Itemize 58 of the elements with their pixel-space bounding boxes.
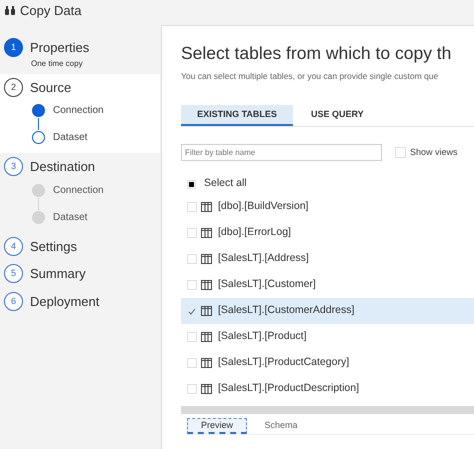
table-row[interactable]: [SalesLT].[CustomerAddress] <box>181 298 474 324</box>
table-icon <box>201 254 212 264</box>
table-name: [SalesLT].[Customer] <box>218 277 316 292</box>
checkbox[interactable] <box>187 254 197 264</box>
binoculars-icon <box>4 6 16 16</box>
table-icon <box>201 202 212 212</box>
step-number: 6 <box>4 292 23 311</box>
checkbox[interactable] <box>187 306 197 316</box>
checkbox[interactable] <box>187 332 197 342</box>
table-name: [SalesLT].[Address] <box>218 251 309 266</box>
substep-label: Connection <box>53 104 104 118</box>
tab[interactable]: Schema <box>251 418 311 434</box>
table-name: [SalesLT].[Product] <box>218 329 307 344</box>
step-number: 2 <box>4 78 23 97</box>
substep-label: Connection <box>53 184 104 198</box>
checkbox[interactable] <box>187 180 196 188</box>
step-number: 1 <box>4 38 23 58</box>
step-label: Settings <box>30 238 77 256</box>
step-item[interactable]: 2 Source Connection Dataset <box>0 74 160 153</box>
table-name: [SalesLT].[ProductCategory] <box>218 355 350 370</box>
window-title: Copy Data <box>20 2 82 20</box>
checkbox[interactable] <box>187 384 197 394</box>
step-number: 5 <box>4 264 23 284</box>
table-name: [SalesLT].[CustomerAddress] <box>218 303 354 318</box>
step-number: 3 <box>4 157 23 176</box>
page-description: You can select multiple tables, or you can provide single custom que <box>181 70 440 83</box>
filter-field[interactable]: Filter by table name <box>181 144 382 161</box>
table-icon <box>201 280 212 290</box>
step-label: Destination <box>30 158 96 176</box>
table-icon <box>201 332 212 342</box>
scrollbar[interactable] <box>181 406 474 414</box>
checkbox[interactable] <box>187 202 197 212</box>
substep-label: Dataset <box>53 131 88 145</box>
tab[interactable]: EXISTING TABLES <box>181 105 293 126</box>
step-subtitle: One time copy <box>31 58 84 70</box>
table-name: [dbo].[BuildVersion] <box>218 199 308 214</box>
checkbox[interactable] <box>187 280 197 290</box>
table-icon <box>201 358 212 368</box>
table-icon <box>201 306 212 316</box>
checkbox[interactable] <box>395 147 406 158</box>
step-number: 4 <box>4 236 23 256</box>
step-label: Properties <box>30 39 90 57</box>
checkbox[interactable] <box>187 228 197 238</box>
table-name: [dbo].[ErrorLog] <box>218 225 291 240</box>
page-heading: Select tables from which to copy th <box>181 42 452 65</box>
tab[interactable]: USE QUERY <box>293 105 382 126</box>
table-name: [SalesLT].[ProductDescription] <box>218 381 360 396</box>
step-label: Summary <box>30 265 86 283</box>
table-icon <box>201 384 212 394</box>
step-label: Deployment <box>30 292 100 311</box>
select-all-label: Select all <box>204 176 247 192</box>
substep-label: Dataset <box>53 210 88 224</box>
checkbox-label: Show views <box>410 146 458 159</box>
check-icon <box>188 308 196 314</box>
checkbox[interactable] <box>187 358 197 368</box>
tab[interactable]: Preview <box>187 418 247 434</box>
table-icon <box>201 228 212 238</box>
step-label: Source <box>30 78 72 96</box>
